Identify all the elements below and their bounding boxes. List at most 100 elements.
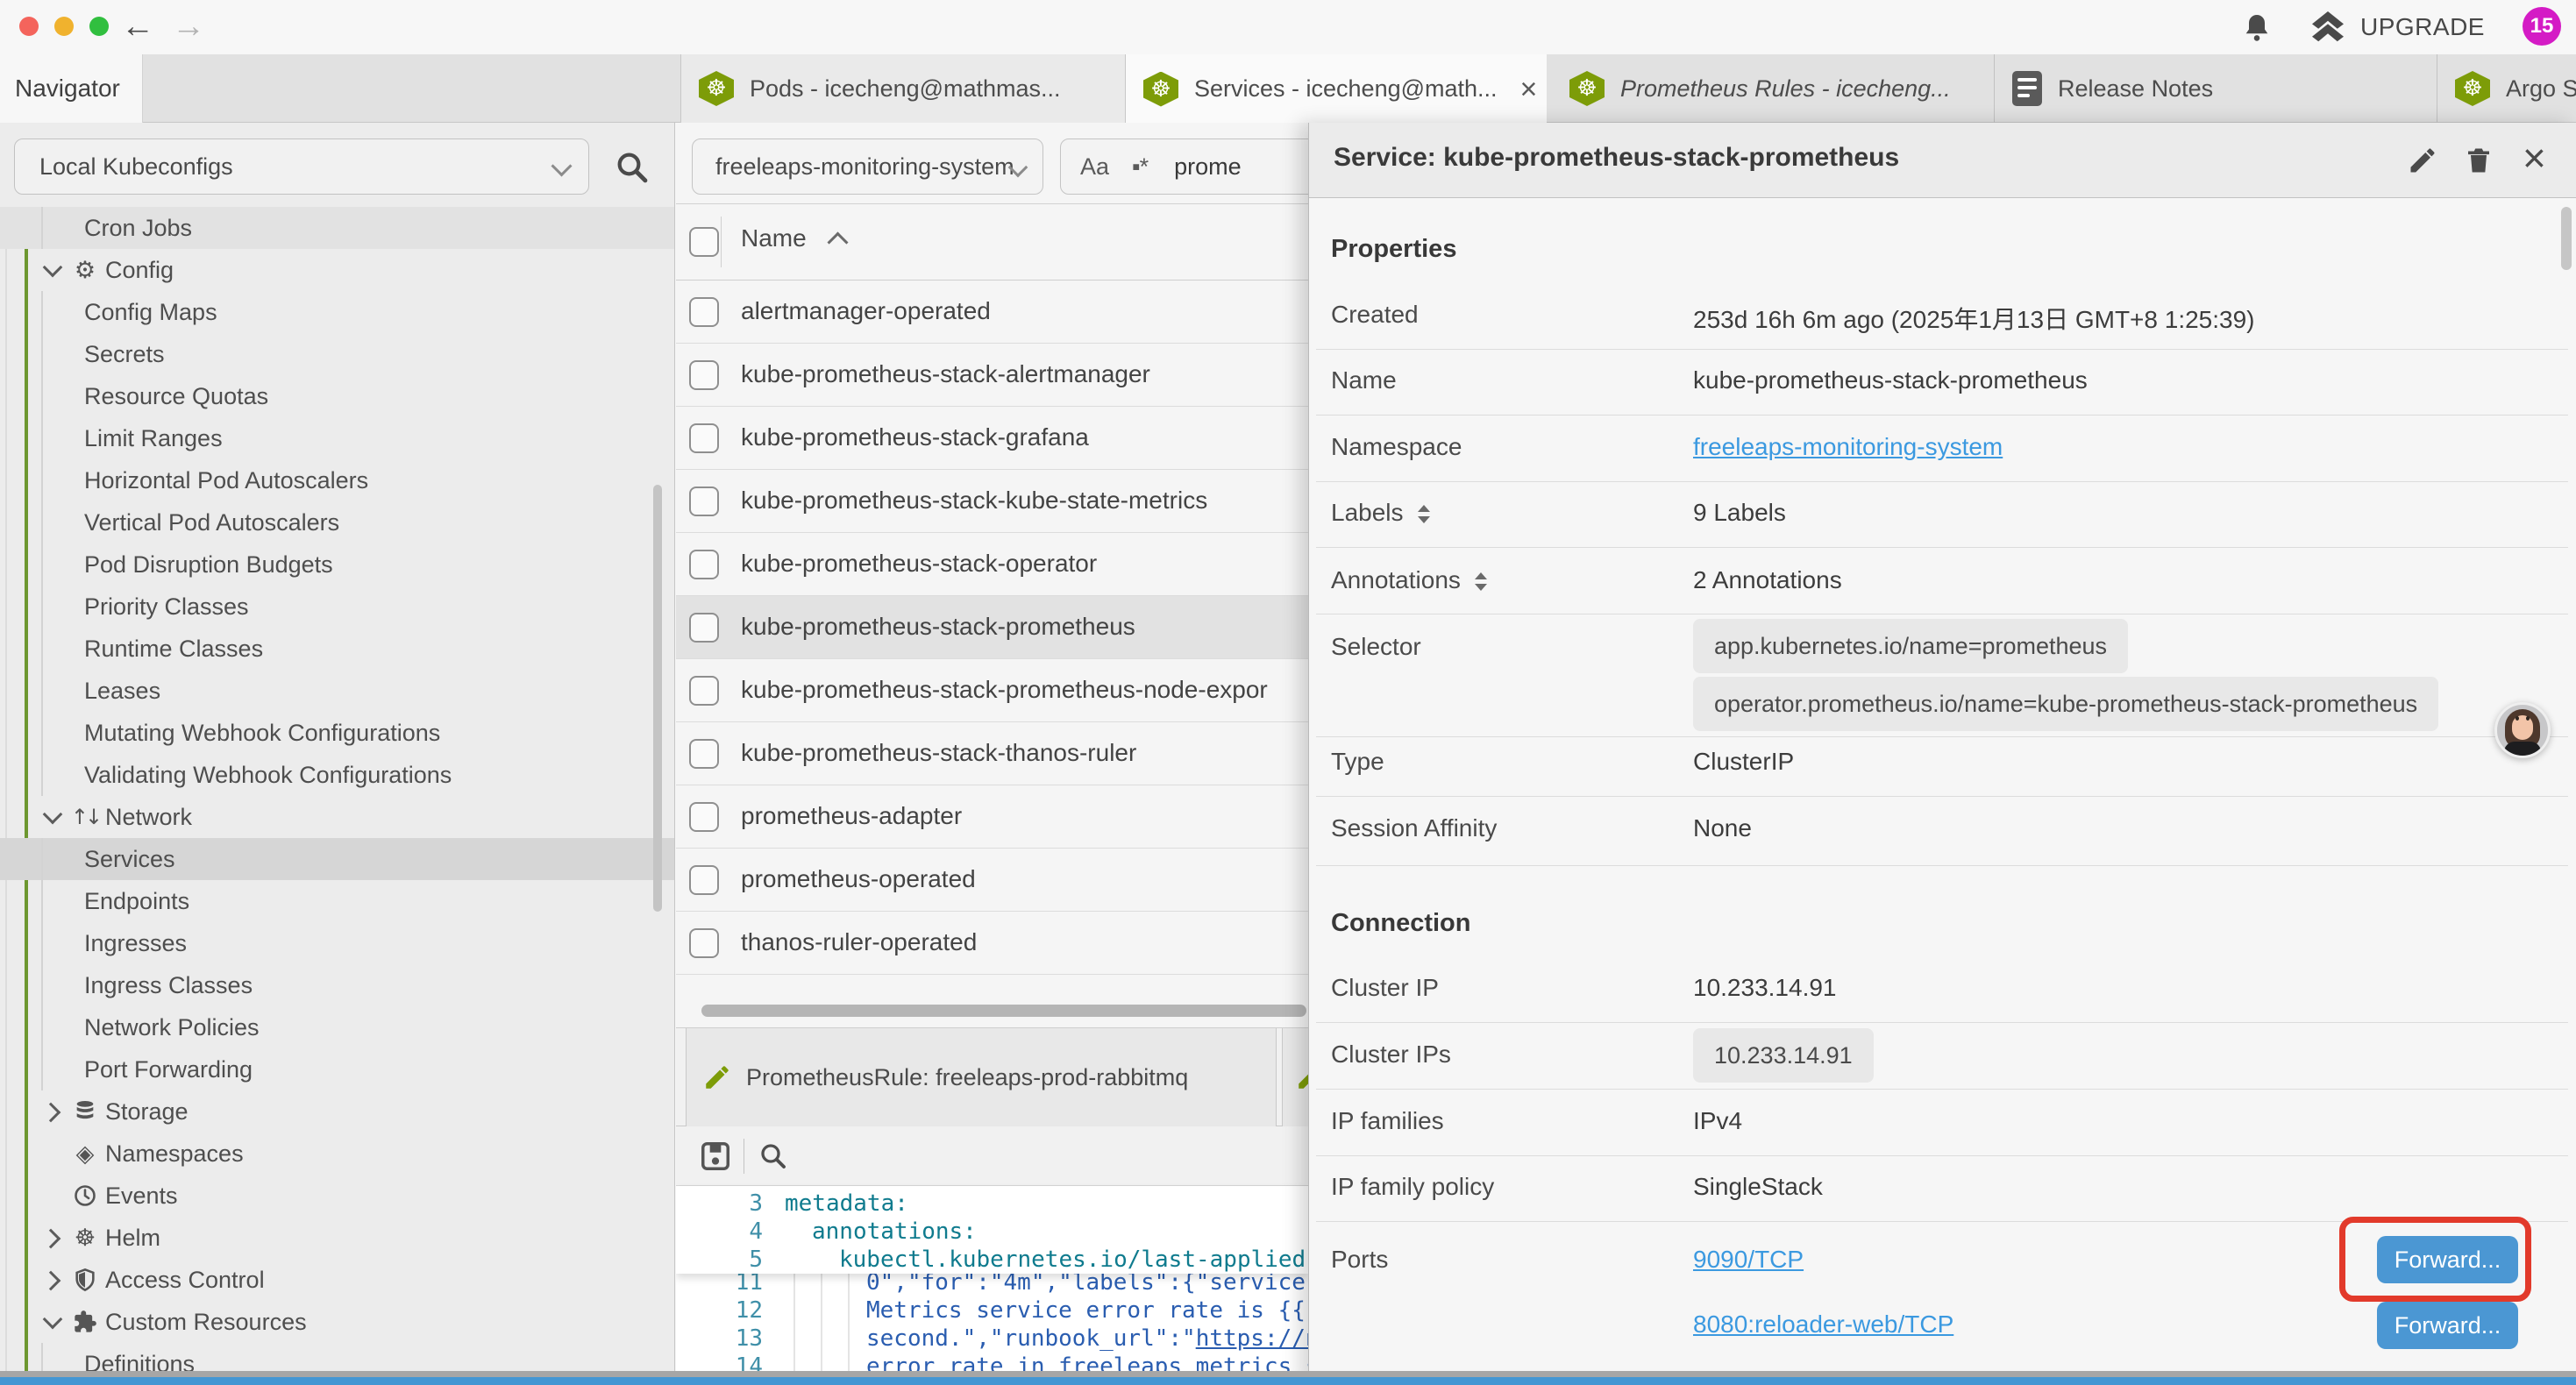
- sidebar-scrollbar[interactable]: [653, 485, 662, 912]
- close-tab-icon[interactable]: ×: [1520, 75, 1538, 104]
- sidebar-item-horizontal-pod-autoscalers[interactable]: Horizontal Pod Autoscalers: [0, 459, 675, 501]
- traffic-light-close[interactable]: [19, 17, 39, 36]
- sidebar-item-network[interactable]: ↑↓Network: [0, 796, 675, 838]
- sidebar-item-limit-ranges[interactable]: Limit Ranges: [0, 417, 675, 459]
- sidebar-item-storage[interactable]: Storage: [0, 1090, 675, 1133]
- sidebar-item-resource-quotas[interactable]: Resource Quotas: [0, 375, 675, 417]
- traffic-light-minimize[interactable]: [54, 17, 74, 36]
- notification-count-badge[interactable]: 15: [2523, 7, 2561, 46]
- row-checkbox[interactable]: [689, 865, 719, 895]
- table-row-kube-prometheus-stack-kube-state-metrics[interactable]: kube-prometheus-stack-kube-state-metrics: [676, 470, 1308, 533]
- regex-toggle[interactable]: ▪*: [1132, 153, 1148, 181]
- row-checkbox[interactable]: [689, 550, 719, 579]
- table-row-kube-prometheus-stack-operator[interactable]: kube-prometheus-stack-operator: [676, 533, 1308, 596]
- match-case-toggle[interactable]: Aa: [1080, 153, 1109, 181]
- drawer-scrollbar[interactable]: [2561, 207, 2572, 270]
- sidebar-item-pod-disruption-budgets[interactable]: Pod Disruption Budgets: [0, 543, 675, 586]
- forward-button-8080[interactable]: Forward...: [2377, 1302, 2518, 1349]
- chevron-right-icon[interactable]: [41, 1271, 61, 1291]
- sidebar-item-leases[interactable]: Leases: [0, 670, 675, 712]
- row-checkbox[interactable]: [689, 613, 719, 643]
- notifications-bell-icon[interactable]: [2241, 11, 2273, 45]
- delete-trash-icon[interactable]: [2463, 145, 2494, 176]
- user-avatar[interactable]: [2494, 702, 2551, 758]
- sidebar-item-ingresses[interactable]: Ingresses: [0, 922, 675, 964]
- table-row-kube-prometheus-stack-thanos-ruler[interactable]: kube-prometheus-stack-thanos-ruler: [676, 722, 1308, 785]
- table-horizontal-scrollbar[interactable]: [701, 1005, 1306, 1017]
- port-link-8080[interactable]: 8080:reloader-web/TCP: [1693, 1310, 1953, 1339]
- row-checkbox[interactable]: [689, 928, 719, 958]
- row-checkbox[interactable]: [689, 802, 719, 832]
- upgrade-button[interactable]: UPGRADE: [2308, 0, 2485, 54]
- tab-release-notes[interactable]: Release Notes: [1995, 54, 2437, 123]
- sidebar-item-config-maps[interactable]: Config Maps: [0, 291, 675, 333]
- chevron-down-icon[interactable]: [43, 1310, 63, 1330]
- sidebar-item-helm[interactable]: ☸Helm: [0, 1217, 675, 1259]
- table-row-kube-prometheus-stack-grafana[interactable]: kube-prometheus-stack-grafana: [676, 407, 1308, 470]
- table-row-prometheus-adapter[interactable]: prometheus-adapter: [676, 785, 1308, 849]
- navigator-panel-tab[interactable]: Navigator: [0, 54, 143, 123]
- sort-ascending-icon[interactable]: [827, 231, 848, 252]
- select-all-checkbox[interactable]: [689, 227, 719, 257]
- sidebar-item-access-control[interactable]: Access Control: [0, 1259, 675, 1301]
- sidebar-item-secrets[interactable]: Secrets: [0, 333, 675, 375]
- table-row-kube-prometheus-stack-prometheus[interactable]: kube-prometheus-stack-prometheus: [676, 596, 1308, 659]
- expander-icon[interactable]: [1418, 505, 1430, 523]
- namespace-filter-dropdown[interactable]: freeleaps-monitoring-system: [692, 138, 1043, 195]
- sidebar-item-endpoints[interactable]: Endpoints: [0, 880, 675, 922]
- edit-pencil-icon[interactable]: [2407, 145, 2438, 176]
- sidebar-search-icon[interactable]: [614, 149, 651, 186]
- row-checkbox[interactable]: [689, 360, 719, 390]
- tab-prometheus-rules[interactable]: ☸ Prometheus Rules - icecheng...: [1552, 54, 1995, 123]
- back-arrow-icon[interactable]: ←: [121, 5, 154, 47]
- sidebar-item-validating-webhook-configurations[interactable]: Validating Webhook Configurations: [0, 754, 675, 796]
- chevron-right-icon[interactable]: [41, 1103, 61, 1123]
- sidebar-item-mutating-webhook-configurations[interactable]: Mutating Webhook Configurations: [0, 712, 675, 754]
- traffic-light-zoom[interactable]: [89, 17, 109, 36]
- tab-pods[interactable]: ☸ Pods - icecheng@mathmas...: [680, 54, 1126, 123]
- forward-arrow-icon[interactable]: →: [172, 5, 205, 47]
- table-row-thanos-ruler-operated[interactable]: thanos-ruler-operated: [676, 912, 1308, 975]
- sidebar-item-services[interactable]: Services: [0, 838, 675, 880]
- forward-button-9090[interactable]: Forward...: [2377, 1236, 2518, 1283]
- session-affinity-label: Session Affinity: [1331, 814, 1497, 842]
- sidebar-item-port-forwarding[interactable]: Port Forwarding: [0, 1048, 675, 1090]
- editor-search-icon[interactable]: [758, 1140, 789, 1172]
- port-link-9090[interactable]: 9090/TCP: [1693, 1246, 1804, 1274]
- kubeconfig-selector[interactable]: Local Kubeconfigs: [14, 138, 589, 195]
- yaml-editor[interactable]: 110","for":"4m","labels":{"service":"12M…: [676, 1185, 1308, 1385]
- chevron-down-icon[interactable]: [43, 258, 63, 278]
- row-checkbox[interactable]: [689, 297, 719, 327]
- tab-argo[interactable]: ☸ Argo Se: [2437, 54, 2576, 123]
- editor-tab-prometheusrule[interactable]: PrometheusRule: freeleaps-prod-rabbitmq: [686, 1028, 1277, 1126]
- tab-services[interactable]: ☸ Services - icecheng@math... ×: [1126, 54, 1547, 124]
- chevron-down-icon[interactable]: [43, 805, 63, 825]
- editor-tab-next[interactable]: [1282, 1028, 1308, 1126]
- row-checkbox[interactable]: [689, 423, 719, 453]
- close-icon[interactable]: ×: [2523, 133, 2546, 182]
- sidebar-item-ingress-classes[interactable]: Ingress Classes: [0, 964, 675, 1006]
- sidebar-item-namespaces[interactable]: ◈Namespaces: [0, 1133, 675, 1175]
- table-row-alertmanager-operated[interactable]: alertmanager-operated: [676, 281, 1308, 344]
- sidebar-item-network-policies[interactable]: Network Policies: [0, 1006, 675, 1048]
- table-row-prometheus-operated[interactable]: prometheus-operated: [676, 849, 1308, 912]
- table-row-kube-prometheus-stack-alertmanager[interactable]: kube-prometheus-stack-alertmanager: [676, 344, 1308, 407]
- row-checkbox[interactable]: [689, 676, 719, 706]
- row-checkbox[interactable]: [689, 739, 719, 769]
- table-row-kube-prometheus-stack-prometheus-node-expor[interactable]: kube-prometheus-stack-prometheus-node-ex…: [676, 659, 1308, 722]
- resource-search-input[interactable]: Aa ▪* prome: [1060, 138, 1308, 195]
- sidebar-item-priority-classes[interactable]: Priority Classes: [0, 586, 675, 628]
- sidebar-item-cron-jobs[interactable]: Cron Jobs: [0, 207, 675, 249]
- chevron-right-icon[interactable]: [41, 1229, 61, 1249]
- namespace-link[interactable]: freeleaps-monitoring-system: [1693, 433, 2003, 461]
- sidebar-item-runtime-classes[interactable]: Runtime Classes: [0, 628, 675, 670]
- name-column-header[interactable]: Name: [741, 224, 807, 252]
- sidebar-item-config[interactable]: ⚙Config: [0, 249, 675, 291]
- row-checkbox[interactable]: [689, 487, 719, 516]
- sidebar-item-vertical-pod-autoscalers[interactable]: Vertical Pod Autoscalers: [0, 501, 675, 543]
- expander-icon[interactable]: [1475, 572, 1487, 591]
- save-icon[interactable]: [699, 1140, 732, 1173]
- sidebar-item-custom-resources[interactable]: Custom Resources: [0, 1301, 675, 1343]
- sidebar-item-events[interactable]: Events: [0, 1175, 675, 1217]
- line-number: 12: [676, 1296, 763, 1325]
